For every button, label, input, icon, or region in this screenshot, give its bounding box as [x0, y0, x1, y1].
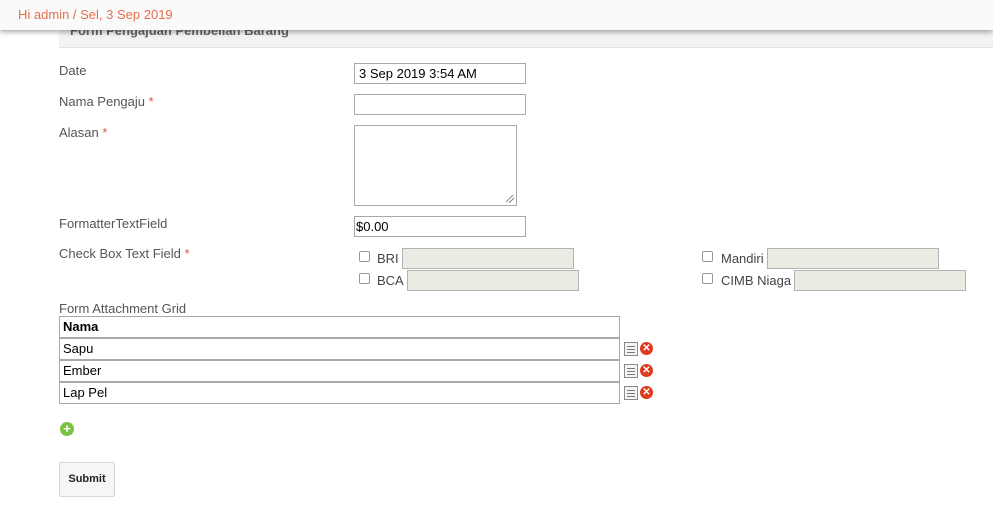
mandiri-text-field [767, 248, 939, 269]
delete-row-icon[interactable]: ✕ [640, 386, 653, 399]
attachment-grid-label: Form Attachment Grid [59, 301, 186, 316]
nama-pengaju-label: Nama Pengaju * [59, 94, 154, 109]
formatter-label-text: FormatterTextField [59, 216, 168, 231]
grid-row-cell[interactable]: Sapu [59, 338, 620, 360]
edit-row-icon[interactable] [624, 386, 638, 400]
delete-row-icon[interactable]: ✕ [640, 364, 653, 377]
required-mark: * [148, 94, 154, 109]
edit-row-icon[interactable] [624, 364, 638, 378]
user-greeting: Hi admin / Sel, 3 Sep 2019 [18, 7, 173, 22]
cimb-niaga-text-field [794, 270, 966, 291]
checkbox-mandiri-label: Mandiri [721, 251, 764, 266]
nama-pengaju-input[interactable] [354, 94, 526, 115]
checkbox-cimb-niaga-label: CIMB Niaga [721, 273, 792, 288]
alasan-label: Alasan * [59, 125, 107, 140]
checkbox-bca-label: BCA [377, 273, 404, 288]
checkbox-group-label-text: Check Box Text Field [59, 246, 181, 261]
formatter-input[interactable]: $0.00 [354, 216, 526, 237]
grid-row-cell[interactable]: Ember [59, 360, 620, 382]
nama-pengaju-label-text: Nama Pengaju [59, 94, 145, 109]
formatter-label: FormatterTextField [59, 216, 167, 231]
checkbox-bri-label: BRI [377, 251, 399, 266]
date-label: Date [59, 63, 86, 78]
checkbox-mandiri[interactable] [702, 251, 713, 262]
submit-button[interactable]: Submit [59, 462, 115, 497]
delete-row-icon[interactable]: ✕ [640, 342, 653, 355]
formatter-value: $0.00 [356, 219, 389, 234]
add-row-icon[interactable]: + [60, 422, 74, 436]
required-mark: * [102, 125, 108, 140]
top-bar: Hi admin / Sel, 3 Sep 2019 [0, 0, 993, 30]
date-label-text: Date [59, 63, 87, 78]
edit-row-icon[interactable] [624, 342, 638, 356]
alasan-textarea[interactable] [354, 125, 517, 206]
attachment-grid-label-text: Form Attachment Grid [59, 301, 187, 316]
checkbox-group-label: Check Box Text Field * [59, 246, 190, 261]
required-mark: * [184, 246, 190, 261]
grid-row-cell[interactable]: Lap Pel [59, 382, 620, 404]
checkbox-bca[interactable] [359, 273, 370, 284]
checkbox-cimb-niaga[interactable] [702, 273, 713, 284]
alasan-label-text: Alasan [59, 125, 99, 140]
checkbox-bri[interactable] [359, 251, 370, 262]
grid-header-nama: Nama [59, 316, 620, 338]
bri-text-field [402, 248, 574, 269]
bca-text-field [407, 270, 579, 291]
date-field[interactable]: 3 Sep 2019 3:54 AM [354, 63, 526, 84]
resize-grip-icon[interactable] [506, 195, 514, 203]
date-value: 3 Sep 2019 3:54 AM [359, 66, 477, 81]
